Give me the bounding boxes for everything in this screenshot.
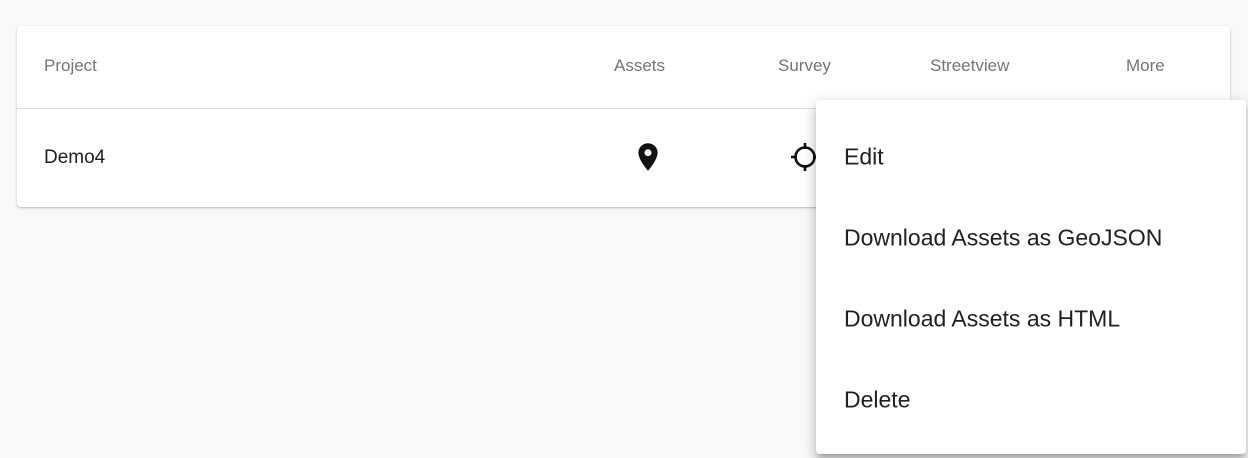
menu-item-edit[interactable]: Edit [816,117,1246,197]
menu-item-label: Delete [844,386,911,413]
more-options-menu: Edit Download Assets as GeoJSON Download… [816,100,1246,454]
table-header-row: Project Assets Survey Streetview More [17,26,1230,109]
header-streetview[interactable]: Streetview [930,56,1009,76]
menu-item-label: Download Assets as HTML [844,305,1121,332]
header-survey[interactable]: Survey [778,56,831,76]
header-project[interactable]: Project [44,56,97,76]
menu-item-delete[interactable]: Delete [816,360,1246,440]
header-assets[interactable]: Assets [614,56,665,76]
menu-item-label: Edit [844,143,884,170]
location-pin-icon[interactable] [633,141,663,173]
project-name[interactable]: Demo4 [44,147,105,169]
header-more: More [1126,56,1165,75]
page: Project Assets Survey Streetview More De… [0,0,1248,458]
menu-item-label: Download Assets as GeoJSON [844,224,1163,251]
menu-item-download-geojson[interactable]: Download Assets as GeoJSON [816,198,1246,278]
menu-item-download-html[interactable]: Download Assets as HTML [816,279,1246,359]
